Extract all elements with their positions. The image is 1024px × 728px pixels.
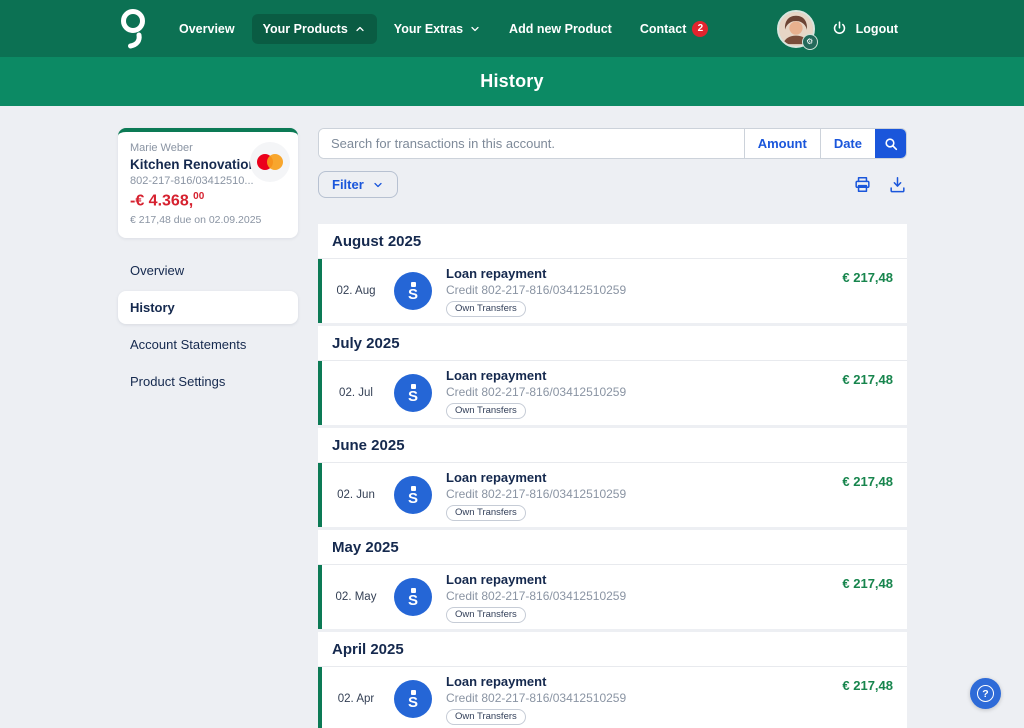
transaction-subtitle: Credit 802-217-816/03412510259 [446, 385, 626, 399]
transaction-subtitle: Credit 802-217-816/03412510259 [446, 589, 626, 603]
bank-icon: S [394, 272, 432, 310]
transaction-title: Loan repayment [446, 368, 626, 383]
filter-label: Filter [332, 177, 364, 192]
transaction-date: 02. Aug [330, 285, 382, 297]
transaction-amount: € 217,48 [842, 269, 893, 285]
bank-icon: S [394, 680, 432, 718]
month-header: August 2025 [318, 224, 907, 259]
print-icon[interactable] [853, 175, 872, 194]
chevron-down-icon [372, 179, 384, 191]
page-header: History [0, 57, 1024, 106]
month-header: April 2025 [318, 632, 907, 667]
top-navbar: Overview Your Products Your Extras Add n… [0, 0, 1024, 57]
chevron-icon [354, 23, 366, 35]
nav-item-label: Contact [640, 22, 687, 36]
nav-item-label: Add new Product [509, 22, 612, 36]
brand-logo-icon [116, 7, 150, 51]
nav-item-label: Overview [179, 22, 235, 36]
sidebar-item-history[interactable]: History [118, 291, 298, 324]
chevron-icon [469, 23, 481, 35]
transaction-row[interactable]: 02. May S Loan repayment Credit 802-217-… [318, 565, 907, 629]
transaction-date: 02. May [330, 591, 382, 603]
month-section: April 2025 02. Apr S Loan repayment Cred… [318, 632, 907, 728]
transaction-category-badge: Own Transfers [446, 709, 526, 725]
account-due: € 217,48 due on 02.09.2025 [130, 214, 286, 226]
transaction-subtitle: Credit 802-217-816/03412510259 [446, 487, 626, 501]
account-card[interactable]: Marie Weber Kitchen Renovation 802-217-8… [118, 128, 298, 238]
download-icon[interactable] [888, 175, 907, 194]
transaction-date: 02. Jun [330, 489, 382, 501]
bank-icon: S [394, 476, 432, 514]
transaction-category-badge: Own Transfers [446, 607, 526, 623]
month-section: July 2025 02. Jul S Loan repayment Credi… [318, 326, 907, 425]
transaction-title: Loan repayment [446, 674, 626, 689]
logout-button[interactable]: Logout [831, 20, 898, 37]
transaction-amount: € 217,48 [842, 575, 893, 591]
transaction-date: 02. Apr [330, 693, 382, 705]
gear-icon[interactable]: ⚙ [802, 34, 818, 50]
nav-item-label: Your Extras [394, 22, 463, 36]
transaction-title: Loan repayment [446, 572, 626, 587]
transaction-amount: € 217,48 [842, 371, 893, 387]
sidebar: Marie Weber Kitchen Renovation 802-217-8… [118, 128, 298, 728]
month-section: August 2025 02. Aug S Loan repayment Cre… [318, 224, 907, 323]
search-button[interactable] [875, 129, 906, 158]
transaction-row[interactable]: 02. Aug S Loan repayment Credit 802-217-… [318, 259, 907, 323]
amount-button[interactable]: Amount [744, 129, 820, 158]
search-bar: Amount Date [318, 128, 907, 159]
nav-item-contact[interactable]: Contact 2 [629, 13, 720, 45]
transaction-category-badge: Own Transfers [446, 301, 526, 317]
sidebar-item-account-statements[interactable]: Account Statements [118, 328, 298, 361]
transaction-date: 02. Jul [330, 387, 382, 399]
mastercard-icon [250, 142, 290, 182]
transaction-amount: € 217,48 [842, 473, 893, 489]
brand-logo[interactable] [116, 7, 150, 51]
help-button[interactable]: ? [970, 678, 1001, 709]
transaction-amount: € 217,48 [842, 677, 893, 693]
month-header: May 2025 [318, 530, 907, 565]
transaction-row[interactable]: 02. Apr S Loan repayment Credit 802-217-… [318, 667, 907, 728]
month-section: June 2025 02. Jun S Loan repayment Credi… [318, 428, 907, 527]
sidebar-item-product-settings[interactable]: Product Settings [118, 365, 298, 398]
nav-item-overview[interactable]: Overview [168, 14, 246, 44]
transaction-subtitle: Credit 802-217-816/03412510259 [446, 691, 626, 705]
nav-item-your-products[interactable]: Your Products [252, 14, 377, 44]
nav-item-your-extras[interactable]: Your Extras [383, 14, 492, 44]
transaction-category-badge: Own Transfers [446, 505, 526, 521]
main-panel: Amount Date Filter [318, 128, 907, 728]
transaction-list: August 2025 02. Aug S Loan repayment Cre… [318, 224, 907, 728]
nav-item-add-new-product[interactable]: Add new Product [498, 14, 623, 44]
month-header: July 2025 [318, 326, 907, 361]
transaction-row[interactable]: 02. Jun S Loan repayment Credit 802-217-… [318, 463, 907, 527]
filter-button[interactable]: Filter [318, 171, 398, 198]
page-title: History [480, 71, 543, 92]
transaction-title: Loan repayment [446, 470, 626, 485]
search-input[interactable] [319, 129, 744, 158]
notification-badge: 2 [692, 21, 708, 37]
power-icon [831, 20, 848, 37]
sidebar-menu: Overview History Account Statements Prod… [118, 254, 298, 398]
account-balance: -€ 4.368,00 [130, 191, 286, 210]
bank-icon: S [394, 578, 432, 616]
transaction-subtitle: Credit 802-217-816/03412510259 [446, 283, 626, 297]
month-section: May 2025 02. May S Loan repayment Credit… [318, 530, 907, 629]
transaction-title: Loan repayment [446, 266, 626, 281]
user-avatar[interactable]: ⚙ [777, 10, 815, 48]
logout-label: Logout [856, 22, 898, 36]
bank-icon: S [394, 374, 432, 412]
date-button[interactable]: Date [820, 129, 875, 158]
transaction-row[interactable]: 02. Jul S Loan repayment Credit 802-217-… [318, 361, 907, 425]
sidebar-item-overview[interactable]: Overview [118, 254, 298, 287]
help-icon: ? [977, 685, 994, 702]
month-header: June 2025 [318, 428, 907, 463]
nav-item-label: Your Products [263, 22, 348, 36]
nav-items: Overview Your Products Your Extras Add n… [168, 13, 719, 45]
transaction-category-badge: Own Transfers [446, 403, 526, 419]
search-icon [883, 136, 899, 152]
